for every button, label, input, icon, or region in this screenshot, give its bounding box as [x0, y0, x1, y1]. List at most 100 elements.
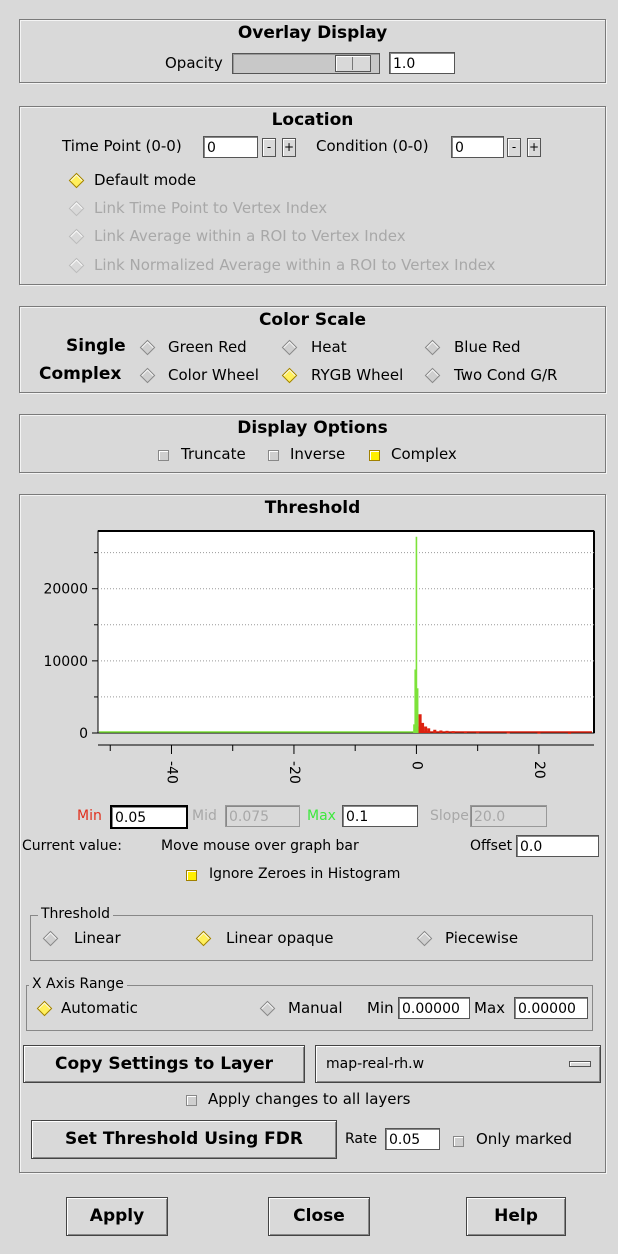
y-axis-tick-label: 0: [79, 726, 88, 742]
layer-select-value: map-real-rh.w: [326, 1056, 425, 1072]
link-average-roi-label: Link Average within a ROI to Vertex Inde…: [94, 227, 406, 245]
complex-label: Complex: [39, 364, 122, 384]
x-axis-tick-label: -40: [163, 761, 179, 784]
piecewise-label[interactable]: Piecewise: [445, 929, 518, 947]
mid-label: Mid: [192, 808, 217, 824]
complex-checkbox[interactable]: [369, 450, 380, 461]
apply-all-layers-label[interactable]: Apply changes to all layers: [208, 1090, 410, 1108]
linear-opaque-label[interactable]: Linear opaque: [226, 929, 334, 947]
opacity-slider[interactable]: [232, 53, 380, 74]
overlay-display-frame: Overlay Display Opacity 1.0: [19, 19, 606, 83]
only-marked-label[interactable]: Only marked: [476, 1130, 572, 1148]
automatic-label[interactable]: Automatic: [61, 999, 138, 1017]
color-wheel-radio[interactable]: [139, 367, 156, 384]
min-input[interactable]: 0.05: [110, 805, 188, 829]
heat-label[interactable]: Heat: [311, 338, 347, 356]
overlay-display-title: Overlay Display: [237, 23, 388, 43]
time-point-increment-button[interactable]: +: [282, 138, 296, 157]
time-point-input[interactable]: 0: [203, 136, 258, 158]
current-value-label: Current value:: [22, 838, 122, 854]
histogram-plot-area: [97, 530, 595, 734]
rate-input[interactable]: 0.05: [385, 1128, 440, 1150]
layer-select[interactable]: map-real-rh.w: [315, 1045, 601, 1083]
link-normalized-average-label: Link Normalized Average within a ROI to …: [94, 256, 496, 274]
condition-decrement-button[interactable]: -: [507, 138, 521, 157]
y-axis-tick-label: 10000: [43, 654, 88, 670]
x-axis-tick-label: 20: [531, 761, 547, 779]
blue-red-radio[interactable]: [424, 339, 441, 356]
rate-label: Rate: [345, 1131, 378, 1147]
manual-radio[interactable]: [259, 1000, 276, 1017]
inverse-checkbox[interactable]: [268, 450, 279, 461]
linear-opaque-radio[interactable]: [195, 930, 212, 947]
default-mode-radio[interactable]: [68, 172, 85, 189]
green-red-label[interactable]: Green Red: [168, 338, 247, 356]
manual-min-input[interactable]: 0.00000: [398, 997, 470, 1019]
min-label: Min: [77, 808, 102, 824]
two-cond-label[interactable]: Two Cond G/R: [454, 366, 557, 384]
slope-label: Slope: [430, 808, 469, 824]
max-input[interactable]: 0.1: [342, 805, 418, 827]
rygb-wheel-radio[interactable]: [281, 367, 298, 384]
color-wheel-label[interactable]: Color Wheel: [168, 366, 259, 384]
histogram-bar-red: [537, 732, 541, 734]
ignore-zeroes-checkbox[interactable]: [186, 870, 197, 881]
offset-input[interactable]: 0.0: [516, 835, 599, 857]
heat-radio[interactable]: [281, 339, 298, 356]
ignore-zeroes-label[interactable]: Ignore Zeroes in Histogram: [209, 865, 400, 883]
complex-option-label[interactable]: Complex: [391, 445, 457, 463]
piecewise-radio[interactable]: [416, 930, 433, 947]
manual-min-label: Min: [367, 999, 394, 1017]
link-average-roi-radio: [68, 228, 85, 245]
threshold-frame: Threshold 0 10000 20000 -40 -20 0 20 Min 0.05 …: [19, 494, 606, 1173]
opacity-label: Opacity: [165, 54, 223, 72]
only-marked-checkbox[interactable]: [453, 1136, 464, 1147]
linear-label[interactable]: Linear: [74, 929, 121, 947]
manual-label[interactable]: Manual: [288, 999, 343, 1017]
blue-red-label[interactable]: Blue Red: [454, 338, 520, 356]
dropdown-indicator-icon: [569, 1061, 591, 1067]
green-red-radio[interactable]: [139, 339, 156, 356]
time-point-label: Time Point (0-0): [62, 137, 182, 155]
set-threshold-fdr-button[interactable]: Set Threshold Using FDR: [31, 1120, 337, 1159]
apply-all-layers-checkbox[interactable]: [186, 1095, 197, 1106]
x-axis-tick-label: 0: [408, 761, 424, 770]
truncate-label[interactable]: Truncate: [181, 445, 246, 463]
histogram-bar-red: [567, 732, 572, 734]
automatic-radio[interactable]: [36, 1000, 53, 1017]
condition-label: Condition (0-0): [316, 137, 429, 155]
histogram-chart[interactable]: 0 10000 20000 -40 -20 0 20: [20, 523, 605, 793]
manual-max-label: Max: [474, 999, 506, 1017]
condition-increment-button[interactable]: +: [527, 138, 541, 157]
threshold-title: Threshold: [264, 498, 361, 518]
condition-input[interactable]: 0: [451, 136, 504, 158]
inverse-label[interactable]: Inverse: [290, 445, 345, 463]
copy-settings-button[interactable]: Copy Settings to Layer: [23, 1045, 305, 1083]
y-axis-tick-label: 20000: [43, 582, 88, 598]
current-value-text: Move mouse over graph bar: [161, 838, 359, 854]
truncate-checkbox[interactable]: [158, 450, 169, 461]
opacity-input[interactable]: 1.0: [389, 52, 455, 74]
opacity-slider-thumb[interactable]: [335, 55, 371, 72]
apply-button[interactable]: Apply: [66, 1197, 168, 1236]
link-normalized-average-radio: [68, 257, 85, 274]
color-scale-frame: Color Scale Single Green Red Heat Blue R…: [19, 306, 606, 393]
manual-max-input[interactable]: 0.00000: [514, 997, 588, 1019]
rygb-wheel-label[interactable]: RYGB Wheel: [311, 366, 403, 384]
help-button[interactable]: Help: [466, 1197, 566, 1236]
two-cond-radio[interactable]: [424, 367, 441, 384]
location-frame: Location Time Point (0-0) 0 - + Conditio…: [19, 106, 606, 285]
time-point-decrement-button[interactable]: -: [262, 138, 276, 157]
max-label: Max: [307, 808, 336, 824]
slider-thumb-groove: [352, 57, 353, 70]
link-time-point-radio: [68, 200, 85, 217]
default-mode-label[interactable]: Default mode: [94, 171, 196, 189]
close-button[interactable]: Close: [268, 1197, 370, 1236]
slope-input: 20.0: [470, 805, 547, 827]
color-scale-title: Color Scale: [258, 310, 367, 330]
threshold-method-group: Threshold Linear Linear opaque Piecewise: [30, 906, 593, 961]
display-options-frame: Display Options Truncate Inverse Complex: [19, 414, 606, 473]
threshold-method-group-title: Threshold: [38, 906, 113, 922]
linear-radio[interactable]: [42, 930, 59, 947]
link-time-point-label: Link Time Point to Vertex Index: [94, 199, 328, 217]
